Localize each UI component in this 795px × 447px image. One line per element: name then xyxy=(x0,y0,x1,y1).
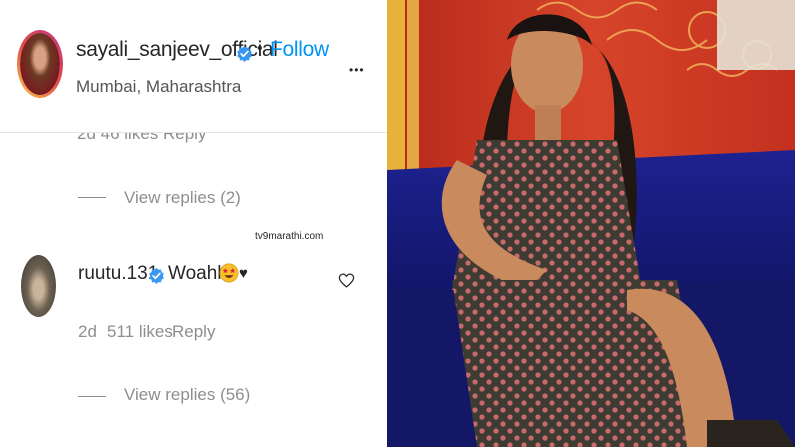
instagram-comments-panel: 2d 46 likes Reply sayali_sanjeev_officia… xyxy=(0,0,387,447)
star-struck-emoji-icon xyxy=(219,263,239,283)
more-options-icon[interactable]: ••• xyxy=(349,63,365,77)
watermark-text: tv9marathi.com xyxy=(255,231,324,242)
follow-button[interactable]: Follow xyxy=(270,38,329,62)
post-location[interactable]: Mumbai, Maharashtra xyxy=(76,77,241,97)
separator-dot: • xyxy=(257,40,263,57)
comment-likes[interactable]: 511 likes xyxy=(107,322,173,342)
view-replies-button[interactable]: View replies (56) xyxy=(124,385,250,405)
replies-divider-line xyxy=(78,396,106,397)
black-heart-emoji: ♥ xyxy=(239,265,248,282)
verified-badge-icon xyxy=(237,45,252,62)
commenter-avatar[interactable] xyxy=(21,255,56,317)
post-header: sayali_sanjeev_official • Follow Mumbai,… xyxy=(0,0,387,133)
post-photo xyxy=(387,0,795,447)
commenter-username[interactable]: ruutu.131 xyxy=(78,263,158,285)
reply-button[interactable]: Reply xyxy=(172,322,215,342)
comment-time: 2d xyxy=(78,322,97,341)
verified-badge-icon xyxy=(149,267,164,284)
profile-avatar[interactable] xyxy=(17,30,63,98)
heart-outline-icon[interactable] xyxy=(338,272,355,289)
photo-illustration xyxy=(387,0,795,447)
view-replies-button[interactable]: View replies (2) xyxy=(124,188,241,208)
replies-divider-line xyxy=(78,197,106,198)
